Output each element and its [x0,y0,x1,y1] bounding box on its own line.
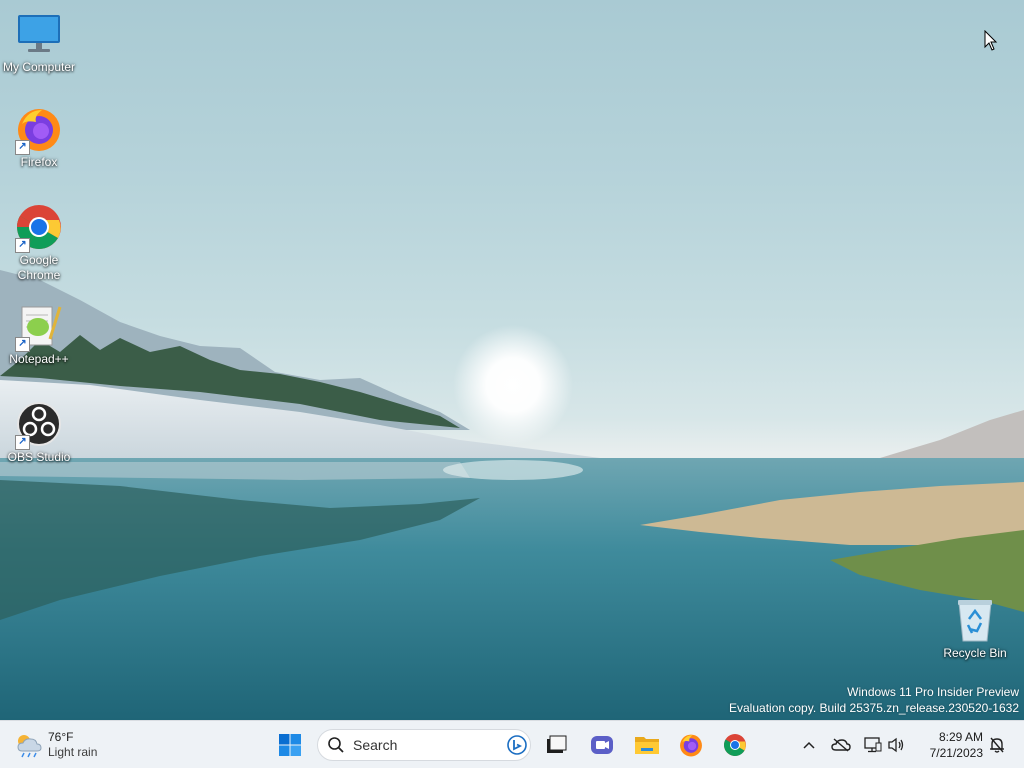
firefox-taskbar-button[interactable] [673,727,709,763]
search-placeholder: Search [353,737,398,753]
folder-icon [635,737,659,754]
network-status[interactable] [862,733,884,757]
cloud-rain-icon [17,735,42,758]
shortcut-arrow-icon: ↗ [15,435,30,450]
search-icon [328,737,344,753]
desktop-icon-label: Recycle Bin [943,646,1007,660]
mouse-cursor-icon [984,29,998,57]
onedrive-icon [831,738,851,752]
wallpaper-landscape [0,270,1024,720]
task-view-icon [547,735,567,753]
evaluation-watermark: Windows 11 Pro Insider Preview Evaluatio… [729,684,1019,716]
notification-icon [990,737,1004,753]
taskbar-clock[interactable]: 8:29 AM 7/21/2023 [913,729,983,761]
desktop-icon-label: Notepad++ [9,352,69,366]
monitor-icon [18,15,60,52]
desktop-icon-label: My Computer [2,60,76,74]
weather-widget[interactable]: 76°F Light rain [14,727,97,763]
weather-condition: Light rain [48,745,98,759]
onedrive-status[interactable] [830,733,852,757]
network-icon [864,737,882,753]
desktop-wallpaper[interactable] [0,0,1024,720]
bing-icon[interactable] [506,734,528,756]
chevron-up-icon [803,741,815,749]
volume-control[interactable] [886,733,906,757]
watermark-build: Evaluation copy. Build 25375.zn_release.… [729,701,1019,715]
file-explorer-button[interactable] [629,727,665,763]
teams-icon [591,736,613,754]
shortcut-arrow-icon: ↗ [15,140,30,155]
start-button[interactable] [272,727,308,763]
desktop-icon-notepadpp[interactable]: ↗ Notepad++ [0,302,78,367]
desktop-icon-my-computer[interactable]: My Computer [0,10,78,75]
taskbar: 76°F Light rain Search 8:29 AM 7/21/2023 [0,720,1024,768]
clock-date: 7/21/2023 [929,746,983,760]
teams-chat-button[interactable] [584,727,620,763]
show-hidden-icons-button[interactable] [800,733,818,757]
desktop-icon-recycle-bin[interactable]: Recycle Bin [936,596,1014,661]
shortcut-arrow-icon: ↗ [15,238,30,253]
chrome-taskbar-button[interactable] [717,727,753,763]
shortcut-arrow-icon: ↗ [15,337,30,352]
windows-logo-icon [279,734,301,756]
volume-icon [888,737,904,753]
desktop-icon-label: Google Chrome [17,253,61,282]
watermark-edition: Windows 11 Pro Insider Preview [847,685,1019,699]
desktop-icon-google-chrome[interactable]: ↗ Google Chrome [0,203,78,283]
desktop-icon-label: OBS Studio [7,450,71,464]
taskbar-search-box[interactable]: Search [317,729,531,761]
desktop-icon-obs-studio[interactable]: ↗ OBS Studio [0,400,78,465]
task-view-button[interactable] [538,727,574,763]
notification-center-button[interactable] [986,733,1008,757]
firefox-icon [680,734,702,757]
desktop-icon-label: Firefox [20,155,58,169]
weather-temperature: 76°F [48,730,74,744]
clock-time: 8:29 AM [938,730,983,744]
chrome-icon [724,734,746,756]
desktop-icon-firefox[interactable]: ↗ Firefox [0,105,78,170]
recycle-bin-icon [958,600,992,642]
